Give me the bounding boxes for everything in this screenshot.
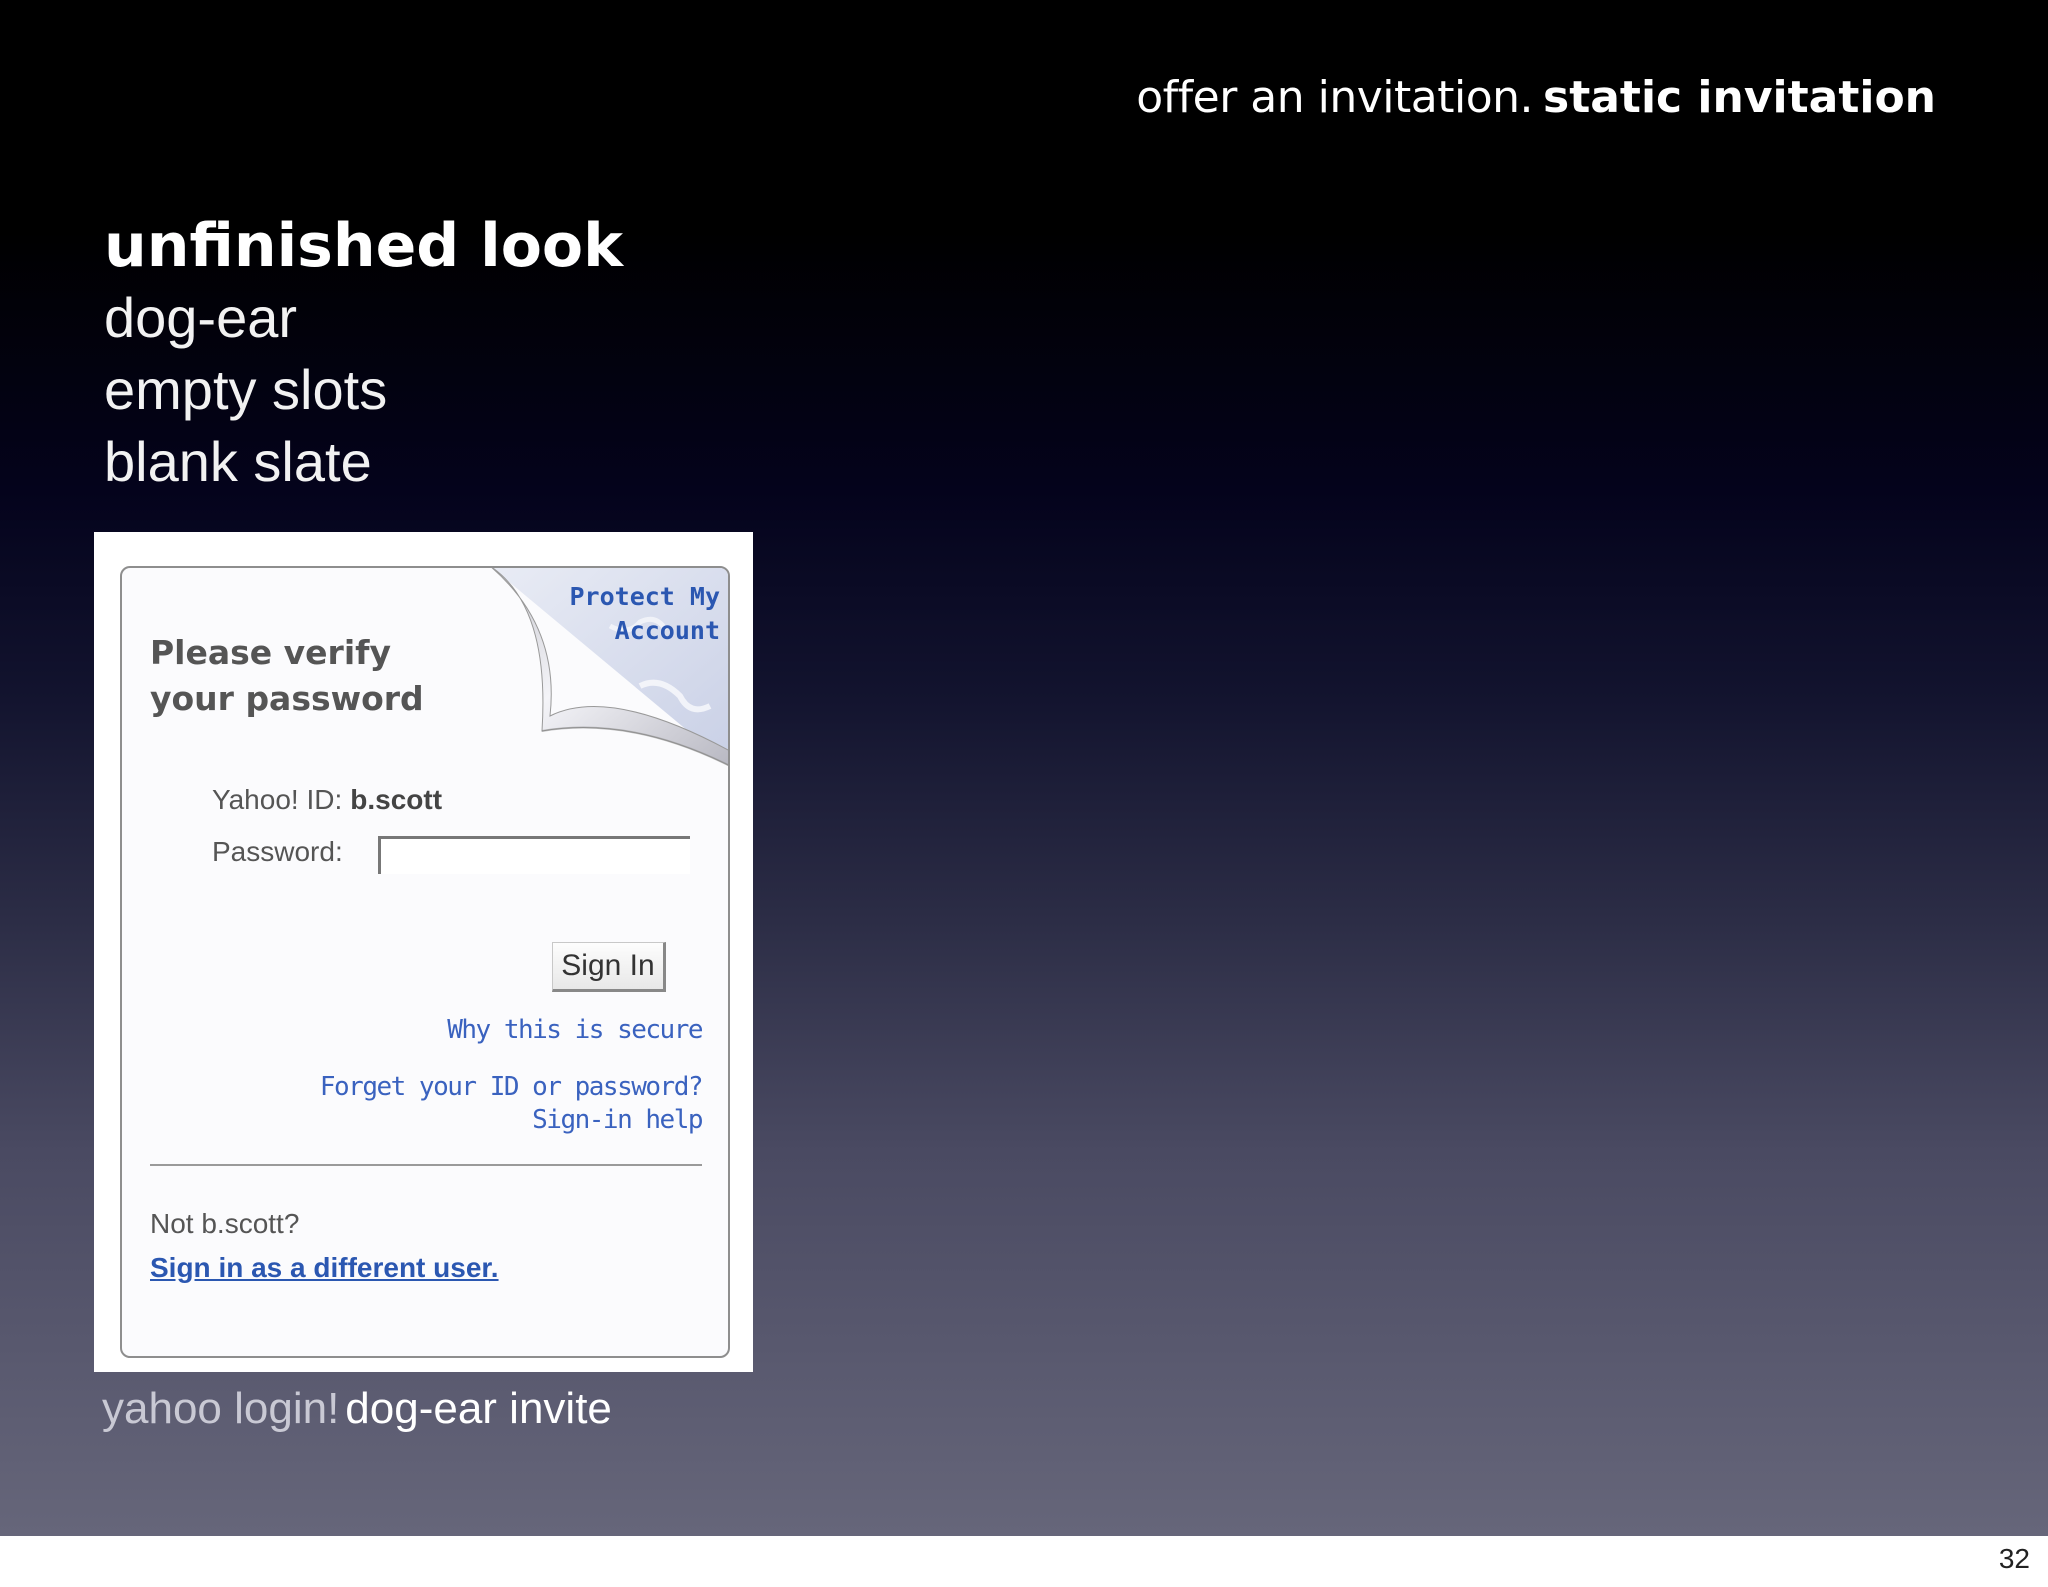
verify-title: Please verify your password	[150, 630, 424, 722]
slide-header: offer an invitation. static invitation	[1136, 72, 1936, 123]
not-user-text: Not b.scott?	[150, 1208, 300, 1239]
caption-light: yahoo login!	[102, 1384, 340, 1433]
password-input[interactable]	[378, 836, 690, 874]
caption-strong: dog-ear invite	[345, 1384, 612, 1433]
why-secure-link[interactable]: Why this is secure	[447, 1014, 703, 1047]
password-label: Password:	[212, 836, 343, 867]
different-user-link[interactable]: Sign in as a different user.	[150, 1252, 499, 1284]
bullet-item: dog-ear	[104, 286, 298, 349]
bullet-list: unfinished look dog-ear empty slots blan…	[104, 210, 623, 498]
forgot-id-password-link[interactable]: Forget your ID or password?	[320, 1071, 704, 1104]
sign-in-help-link[interactable]: Sign-in help	[532, 1104, 703, 1137]
screenshot-caption: yahoo login! dog-ear invite	[102, 1384, 612, 1434]
bullet-heading: unfinished look	[104, 211, 624, 281]
verify-title-line1: Please verify	[150, 633, 392, 672]
header-light-text: offer an invitation.	[1136, 72, 1533, 123]
protect-account-link[interactable]: Protect My Account	[569, 580, 720, 648]
page-number: 32	[1998, 1543, 2030, 1574]
protect-account-line1[interactable]: Protect My	[569, 580, 720, 614]
sign-in-button[interactable]: Sign In	[552, 942, 666, 992]
header-bold-text: static invitation	[1543, 72, 1936, 123]
bullet-item: empty slots	[104, 358, 388, 421]
yahoo-id-label: Yahoo! ID:	[212, 784, 343, 815]
login-card: Protect My Account Please verify your pa…	[120, 566, 730, 1358]
bullet-item: blank slate	[104, 430, 372, 493]
slide: offer an invitation. static invitation un…	[0, 0, 2048, 1536]
login-screenshot: Protect My Account Please verify your pa…	[94, 532, 753, 1372]
yahoo-id-row: Yahoo! ID: b.scott	[212, 784, 442, 816]
yahoo-id-value: b.scott	[350, 784, 443, 815]
divider	[150, 1164, 702, 1166]
protect-account-line2[interactable]: Account	[569, 614, 720, 648]
verify-title-line2: your password	[150, 679, 424, 718]
